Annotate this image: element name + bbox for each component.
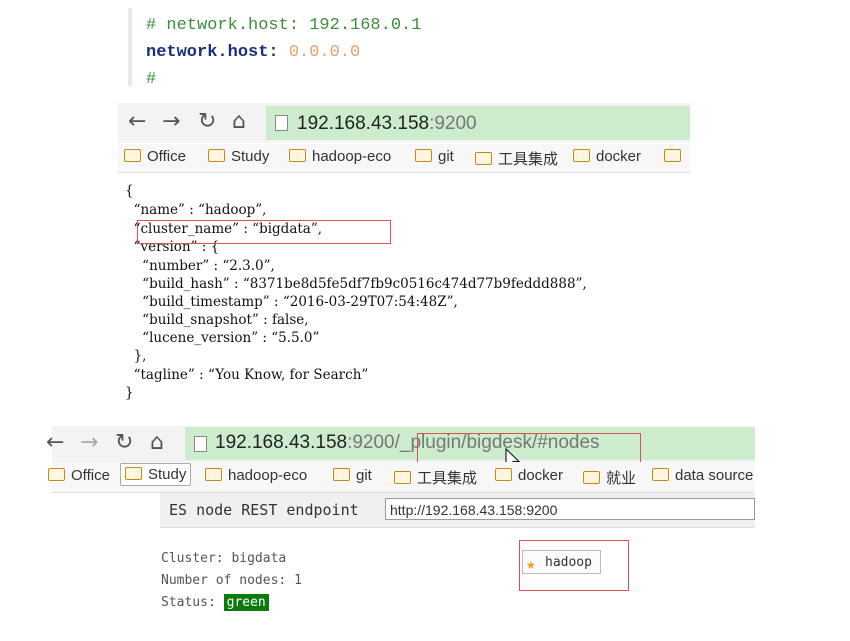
folder-icon (125, 467, 142, 480)
config-value: 0.0.0.0 (288, 43, 361, 62)
config-snippet: # network.host: 192.168.0.1 network.host… (128, 8, 432, 86)
browser1-address-bar[interactable]: 192.168.43.158:9200 (266, 106, 690, 140)
folder-icon (208, 149, 225, 162)
bookmark-label: Study (231, 148, 270, 165)
folder-icon (205, 468, 222, 481)
cluster-label: Cluster: (161, 551, 224, 566)
folder-icon (583, 471, 600, 484)
status-label: Status: (161, 595, 216, 610)
bookmark-label: git (438, 148, 454, 165)
browser1-url-host: 192.168.43.158 (297, 113, 430, 134)
bookmark-tools[interactable]: 工具集成 (394, 467, 477, 488)
endpoint-label: ES node REST endpoint (169, 501, 359, 519)
bookmark-tools[interactable]: 工具集成 (475, 148, 558, 169)
endpoint-input[interactable]: http://192.168.43.158:9200 (385, 498, 755, 520)
bookmark-label: 工具集成 (417, 470, 478, 487)
folder-icon (394, 471, 411, 484)
bookmark-label: data source (675, 467, 754, 484)
bookmark-label: hadoop-eco (312, 148, 392, 165)
json-line: “tagline” : “You Know, for Search” (125, 367, 369, 383)
reload-icon[interactable]: ↻ (115, 430, 133, 455)
forward-arrow-icon[interactable]: → (80, 430, 98, 455)
folder-icon (124, 149, 141, 162)
bookmark-git[interactable]: git (333, 467, 372, 484)
browser1-url-rest: :9200 (429, 113, 477, 134)
nodes-label: Number of nodes: (161, 573, 287, 588)
bookmark-label: 就业 (606, 470, 637, 487)
json-line: “build_hash” : “8371be8d5fe5df7fb9c0516c… (125, 276, 587, 292)
cluster-name-highlight (137, 220, 391, 244)
status-badge: green (223, 594, 269, 611)
json-line: “number” : “2.3.0”, (125, 258, 275, 274)
json-line: { (125, 183, 134, 199)
bookmark-hadoop-eco[interactable]: hadoop-eco (205, 467, 307, 484)
json-line: } (125, 385, 134, 401)
folder-icon (573, 149, 590, 162)
folder-icon (48, 468, 65, 481)
reload-icon[interactable]: ↻ (198, 109, 216, 134)
page-icon (275, 115, 288, 131)
folder-icon (664, 149, 681, 162)
back-arrow-icon[interactable]: ← (46, 430, 64, 455)
bookmark-docker[interactable]: docker (573, 148, 641, 165)
folder-icon (475, 152, 492, 165)
bookmark-label: hadoop-eco (228, 467, 308, 484)
bookmark-label: Study (148, 466, 187, 483)
json-line: “build_timestamp” : “2016-03-29T07:54:48… (125, 294, 458, 310)
json-line: }, (125, 348, 147, 364)
config-setting-line: network.host: 0.0.0.0 (146, 43, 360, 62)
bookmark-label: Office (71, 467, 110, 484)
node-highlight (519, 540, 629, 591)
bookmark-label: docker (596, 148, 642, 165)
folder-icon (495, 468, 512, 481)
back-arrow-icon[interactable]: ← (128, 109, 146, 134)
status-info: Status: green (161, 594, 269, 611)
browser2-url-host: 192.168.43.158 (215, 432, 348, 453)
bookmark-label: docker (518, 467, 564, 484)
bookmark-overflow[interactable] (664, 148, 687, 165)
folder-icon (652, 468, 669, 481)
json-line: “name” : “hadoop”, (125, 202, 267, 218)
bookmark-git[interactable]: git (415, 148, 454, 165)
folder-icon (289, 149, 306, 162)
bookmark-data-source[interactable]: data source (652, 467, 753, 484)
folder-icon (333, 468, 350, 481)
bookmark-label: 工具集成 (498, 151, 559, 168)
bookmark-label: git (356, 467, 372, 484)
json-line: “lucene_version” : “5.5.0” (125, 330, 320, 346)
bookmark-jobs[interactable]: 就业 (583, 467, 636, 488)
cluster-info: Cluster: bigdata (161, 551, 286, 566)
cluster-value: bigdata (231, 551, 287, 566)
config-colon: : (268, 43, 279, 62)
forward-arrow-icon[interactable]: → (162, 109, 180, 134)
nodes-value: 1 (294, 573, 302, 588)
bookmark-office[interactable]: Office (124, 148, 186, 165)
home-icon[interactable]: ⌂ (232, 109, 246, 134)
bookmark-docker[interactable]: docker (495, 467, 563, 484)
page-icon (194, 436, 207, 452)
browser1-url: 192.168.43.158:9200 (297, 113, 477, 135)
bookmark-office[interactable]: Office (48, 467, 110, 484)
browser1-bookmarks-bar: Office Study hadoop-eco git 工具集成 docker (118, 144, 690, 173)
home-icon[interactable]: ⌂ (150, 430, 164, 455)
bookmark-label: Office (147, 148, 186, 165)
bookmark-hadoop-eco[interactable]: hadoop-eco (289, 148, 391, 165)
config-comment-line: # network.host: 192.168.0.1 (146, 16, 422, 35)
json-line: “build_snapshot” : false, (125, 312, 309, 328)
config-trailing-line: # (146, 70, 157, 84)
bookmark-study[interactable]: Study (120, 463, 192, 486)
nodes-info: Number of nodes: 1 (161, 573, 302, 588)
endpoint-bar: ES node REST endpoint http://192.168.43.… (160, 493, 755, 528)
config-key: network.host (146, 43, 269, 62)
folder-icon (415, 149, 432, 162)
browser2-bookmarks-bar: Office Study hadoop-eco git 工具集成 docker … (48, 462, 755, 493)
bookmark-study[interactable]: Study (208, 148, 269, 165)
